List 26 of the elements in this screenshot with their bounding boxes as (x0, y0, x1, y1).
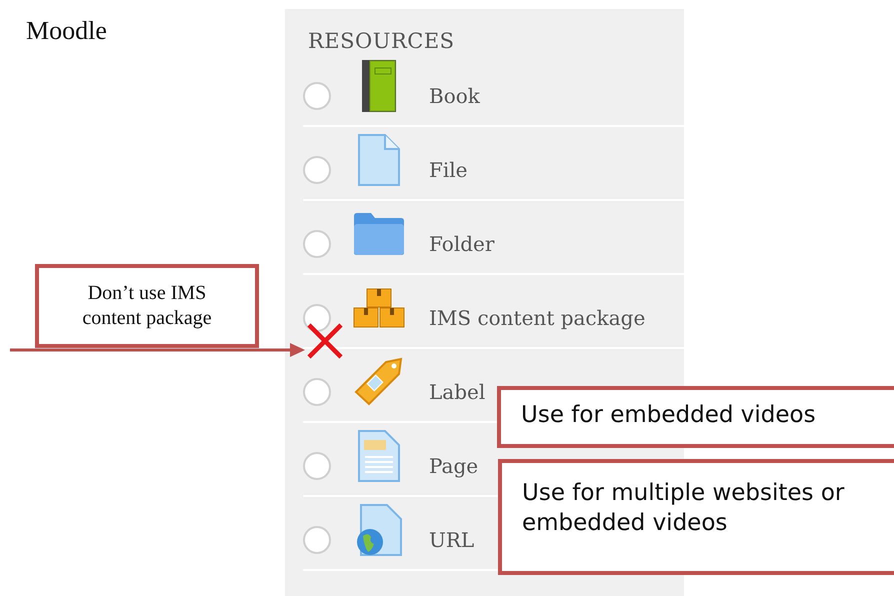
resource-label[interactable]: Label (429, 380, 486, 404)
resource-label[interactable]: URL (429, 528, 474, 552)
callout-text: Use for multiple websites or embedded videos (522, 480, 844, 536)
document-icon (358, 430, 400, 482)
radio-button[interactable] (303, 304, 331, 332)
boxes-icon (353, 288, 405, 328)
section-heading: RESOURCES (308, 29, 455, 53)
resource-label[interactable]: Book (429, 84, 480, 108)
resource-label[interactable]: File (429, 158, 468, 182)
resource-label[interactable]: Page (429, 454, 478, 478)
book-icon (362, 60, 396, 112)
radio-button[interactable] (303, 156, 331, 184)
radio-button[interactable] (303, 230, 331, 258)
radio-button[interactable] (303, 378, 331, 406)
file-icon (358, 134, 400, 186)
radio-button[interactable] (303, 526, 331, 554)
resource-label[interactable]: Folder (429, 232, 494, 256)
callout-text: Use for embedded videos (521, 402, 816, 428)
tag-icon (353, 356, 405, 408)
globe-document-icon (356, 504, 402, 556)
resource-label[interactable]: IMS content package (429, 306, 646, 330)
radio-button[interactable] (303, 452, 331, 480)
page-heading: Moodle (26, 16, 107, 46)
callout-text: Don’t use IMS content package (81, 281, 213, 331)
radio-button[interactable] (303, 82, 331, 110)
folder-icon (353, 212, 405, 256)
